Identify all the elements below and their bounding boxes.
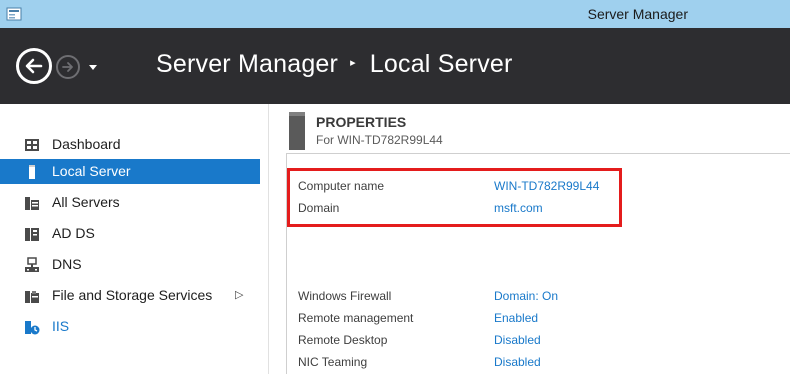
sidebar-item-label: All Servers: [52, 194, 120, 210]
remote-desktop-label: Remote Desktop: [298, 333, 388, 347]
properties-title: PROPERTIES: [316, 114, 407, 130]
windows-firewall-label: Windows Firewall: [298, 289, 392, 303]
forward-arrow-icon: [62, 62, 73, 72]
title-bar: Server Manager: [0, 0, 790, 28]
nic-teaming-link[interactable]: Disabled: [494, 355, 541, 369]
highlight-box: [287, 168, 622, 227]
sidebar-item-all-servers[interactable]: All Servers: [0, 190, 260, 215]
breadcrumb: Server Manager ▸ Local Server: [156, 50, 513, 79]
sidebar-item-label: IIS: [52, 318, 70, 334]
sidebar-item-label: Local Server: [52, 163, 131, 179]
breadcrumb-app-name[interactable]: Server Manager: [156, 50, 338, 78]
window-title: Server Manager: [587, 6, 688, 22]
sidebar-item-label: DNS: [52, 256, 82, 272]
remote-management-link[interactable]: Enabled: [494, 311, 538, 325]
dashboard-icon: [25, 139, 39, 151]
back-arrow-icon: [25, 58, 43, 74]
server-icon: [29, 165, 35, 179]
forward-button[interactable]: [56, 55, 80, 79]
sidebar-item-label: File and Storage Services: [52, 287, 213, 303]
submenu-arrow-icon[interactable]: ▷: [235, 288, 243, 301]
sidebar-item-dns[interactable]: DNS: [0, 252, 260, 277]
sidebar-item-ad-ds[interactable]: AD DS: [0, 221, 260, 246]
sidebar-item-local-server[interactable]: Local Server: [0, 159, 260, 184]
all-servers-icon: [25, 197, 39, 210]
nic-teaming-label: NIC Teaming: [298, 355, 368, 369]
sidebar-item-dashboard[interactable]: Dashboard: [0, 132, 260, 157]
iis-icon: [25, 321, 40, 335]
sidebar-item-label: AD DS: [52, 225, 95, 241]
back-button[interactable]: [16, 48, 52, 84]
history-dropdown-icon[interactable]: [86, 62, 100, 72]
app-header: Server Manager ▸ Local Server: [0, 28, 790, 104]
properties-server-icon: [289, 112, 305, 150]
sidebar-divider: [268, 104, 269, 374]
remote-management-label: Remote management: [298, 311, 414, 325]
sidebar-item-label: Dashboard: [52, 136, 121, 152]
properties-subtitle: For WIN-TD782R99L44: [316, 133, 443, 147]
file-storage-icon: [25, 291, 39, 303]
breadcrumb-page-name: Local Server: [369, 50, 513, 78]
dns-icon: [25, 257, 39, 272]
windows-firewall-link[interactable]: Domain: On: [494, 289, 558, 303]
sidebar-item-iis[interactable]: IIS: [0, 314, 260, 339]
ad-ds-icon: [25, 228, 39, 241]
breadcrumb-separator: ▸: [350, 56, 356, 69]
sidebar: Dashboard Local Server All Servers AD DS: [0, 104, 268, 374]
remote-desktop-link[interactable]: Disabled: [494, 333, 541, 347]
sidebar-item-file-storage-services[interactable]: File and Storage Services ▷: [0, 283, 260, 308]
